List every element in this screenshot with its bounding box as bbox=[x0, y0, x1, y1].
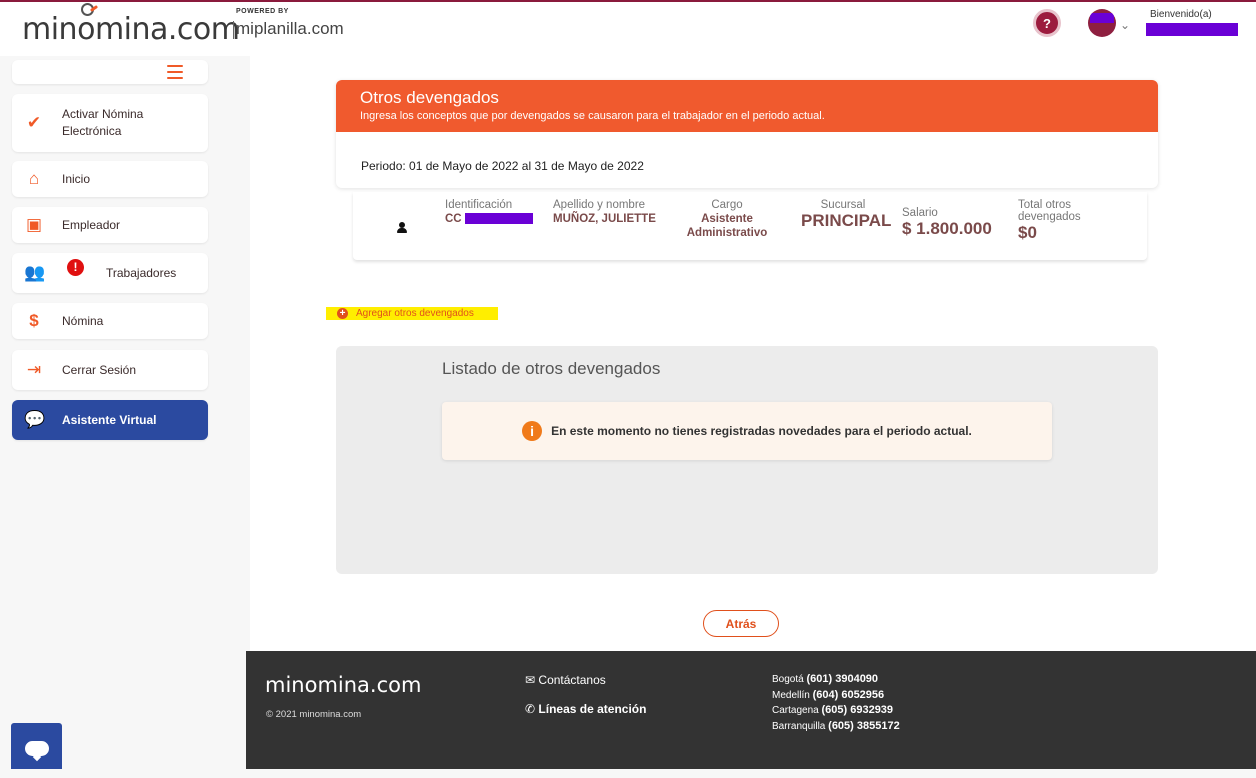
employee-cargo: Cargo Asistente Administrativo bbox=[681, 199, 773, 239]
sidebar-item-label: Trabajadores bbox=[106, 265, 177, 280]
employee-id-prefix: CC bbox=[445, 213, 462, 225]
employee-salario-label: Salario bbox=[902, 207, 938, 219]
footer: minomina.com © 2021 minomina.com ✉ Contá… bbox=[246, 651, 1256, 769]
employee-name-label: Apellido y nombre bbox=[553, 199, 646, 211]
users-icon: 👥 bbox=[24, 263, 46, 282]
brand-logo-o-mark: o bbox=[77, 3, 95, 47]
partner-logo[interactable]: miplanilla.com bbox=[233, 19, 344, 39]
page-subtitle: Ingresa los conceptos que por devengados… bbox=[360, 110, 825, 122]
footer-logo[interactable]: minomina.com bbox=[265, 673, 421, 697]
lines-label: Líneas de atención bbox=[538, 702, 647, 716]
sidebar-item-label: Empleador bbox=[62, 217, 121, 232]
add-otros-devengados-label: Agregar otros devengados bbox=[356, 308, 474, 319]
question-icon: ? bbox=[1043, 15, 1051, 31]
lines-link[interactable]: ✆ Líneas de atención bbox=[525, 702, 646, 716]
phone-item: Barranquilla (605) 3855172 bbox=[772, 719, 900, 732]
employee-total-value: $0 bbox=[1018, 223, 1037, 242]
chat-launcher-button[interactable] bbox=[11, 723, 62, 774]
logout-icon: ⇥ bbox=[26, 360, 42, 379]
employee-salario: Salario $ 1.800.000 bbox=[902, 207, 992, 239]
home-icon: ⌂ bbox=[28, 169, 40, 188]
card-header: Otros devengados Ingresa los conceptos q… bbox=[336, 80, 1158, 132]
sidebar-item-label: Cerrar Sesión bbox=[62, 362, 137, 377]
employee-total-devengados: Total otros devengados $0 bbox=[1018, 199, 1081, 243]
sidebar-item-activar-nomina[interactable]: ✔ Activar Nómina Electrónica bbox=[12, 94, 208, 152]
alert-icon: ! bbox=[67, 259, 84, 276]
brand-logo-text-1: min bbox=[22, 12, 78, 47]
list-title: Listado de otros devengados bbox=[442, 359, 661, 378]
brand-logo-text-2: mina.com bbox=[94, 12, 240, 47]
employee-sucursal: Sucursal PRINCIPAL bbox=[801, 199, 892, 231]
sidebar-item-asistente-virtual[interactable]: 💬 Asistente Virtual bbox=[12, 400, 208, 440]
devengados-list: Listado de otros devengados i En este mo… bbox=[336, 346, 1158, 574]
phone-item: Medellín (604) 6052956 bbox=[772, 688, 885, 701]
employee-sucursal-value: PRINCIPAL bbox=[801, 211, 892, 230]
person-icon bbox=[397, 222, 407, 233]
phone-icon: ✆ bbox=[525, 702, 536, 716]
bottom-strip bbox=[0, 769, 1256, 778]
sidebar-item-label: Activar Nómina Electrónica bbox=[62, 107, 144, 138]
add-otros-devengados-link[interactable]: + Agregar otros devengados bbox=[326, 307, 498, 320]
empty-state-notice: i En este momento no tienes registradas … bbox=[442, 402, 1052, 460]
chat-bubble-icon bbox=[24, 741, 49, 756]
help-button[interactable]: ? bbox=[1033, 9, 1061, 37]
sidebar-item-cerrar-sesion[interactable]: ⇥ Cerrar Sesión bbox=[12, 350, 208, 390]
badge-icon: ▣ bbox=[25, 215, 43, 234]
info-icon: i bbox=[522, 421, 543, 441]
sidebar-item-inicio[interactable]: ⌂ Inicio bbox=[12, 161, 208, 197]
otros-devengados-card: Otros devengados Ingresa los conceptos q… bbox=[336, 80, 1158, 188]
employee-summary: Identificación CC Apellido y nombre MUÑO… bbox=[353, 192, 1147, 260]
employee-name-value: MUÑOZ, JULIETTE bbox=[553, 213, 656, 225]
check-icon: ✔ bbox=[26, 113, 42, 132]
back-button[interactable]: Atrás bbox=[703, 610, 779, 637]
employee-cargo-value-2: Administrativo bbox=[686, 227, 768, 239]
employee-total-label-1: Total otros bbox=[1018, 199, 1072, 211]
mail-icon: ✉ bbox=[525, 673, 536, 687]
employee-salario-value: $ 1.800.000 bbox=[902, 219, 992, 238]
sidebar: ✔ Activar Nómina Electrónica ⌂ Inicio ▣ … bbox=[0, 56, 250, 778]
periodo-label: Periodo: 01 de Mayo de 2022 al 31 de May… bbox=[361, 159, 644, 173]
employee-cargo-value-1: Asistente bbox=[701, 213, 753, 225]
chat-icon: 💬 bbox=[24, 410, 46, 429]
dollar-icon: $ bbox=[29, 311, 39, 330]
phone-item: Bogotá (601) 3904090 bbox=[772, 673, 879, 685]
empty-state-message: En este momento no tienes registradas no… bbox=[551, 424, 972, 438]
menu-toggle-button[interactable] bbox=[12, 60, 208, 84]
contact-label: Contáctanos bbox=[538, 673, 606, 687]
avatar[interactable] bbox=[1088, 9, 1116, 37]
powered-by-label: POWERED BY bbox=[236, 8, 289, 15]
sidebar-item-label: Nómina bbox=[62, 313, 104, 328]
employee-id-label: Identificación bbox=[445, 199, 513, 211]
chevron-down-icon[interactable]: ⌄ bbox=[1120, 18, 1130, 32]
sidebar-item-label: Asistente Virtual bbox=[62, 412, 157, 427]
welcome-label: Bienvenido(a) bbox=[1150, 9, 1212, 20]
sidebar-item-trabajadores[interactable]: 👥 ! Trabajadores bbox=[12, 253, 208, 293]
phone-list: Bogotá (601) 3904090 Medellín (604) 6052… bbox=[772, 672, 900, 734]
employee-cargo-label: Cargo bbox=[711, 199, 743, 211]
app-header: minomina.com POWERED BY miplanilla.com ?… bbox=[0, 2, 1256, 56]
contact-link[interactable]: ✉ Contáctanos bbox=[525, 673, 606, 687]
sidebar-item-label: Inicio bbox=[62, 171, 91, 186]
employee-sucursal-label: Sucursal bbox=[820, 199, 866, 211]
hamburger-icon bbox=[167, 65, 183, 79]
employee-name: Apellido y nombre MUÑOZ, JULIETTE bbox=[553, 199, 656, 225]
footer-copyright: © 2021 minomina.com bbox=[266, 709, 362, 720]
page-title: Otros devengados bbox=[360, 88, 499, 107]
employee-id: Identificación CC bbox=[445, 199, 533, 225]
plus-circle-icon: + bbox=[337, 308, 348, 319]
sidebar-item-empleador[interactable]: ▣ Empleador bbox=[12, 207, 208, 243]
brand-logo[interactable]: minomina.com bbox=[22, 3, 240, 47]
phone-item: Cartagena (605) 6932939 bbox=[772, 704, 894, 716]
employee-id-redacted bbox=[464, 213, 533, 225]
sidebar-item-nomina[interactable]: $ Nómina bbox=[12, 303, 208, 339]
user-name: Martha Perez bbox=[1146, 23, 1238, 36]
employee-total-label-2: devengados bbox=[1018, 211, 1081, 223]
